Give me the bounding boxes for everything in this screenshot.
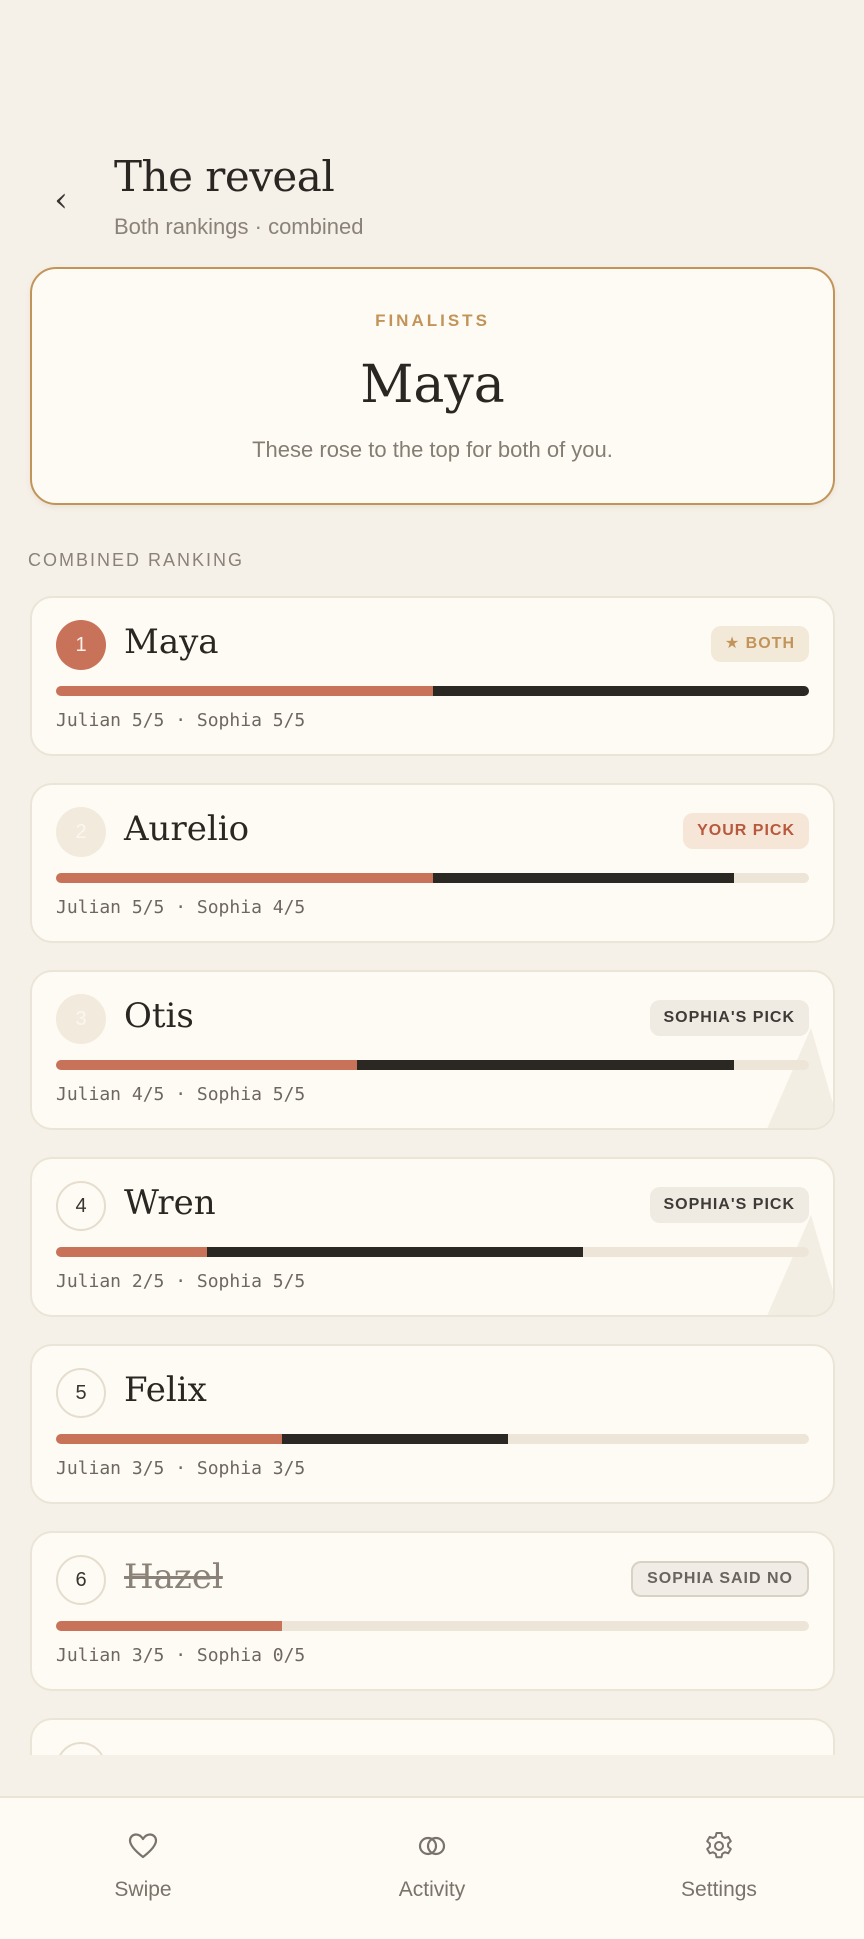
julian-score-segment	[56, 686, 433, 696]
rank-badge: 6	[56, 1555, 106, 1605]
both-badge: ★ BOTH	[710, 626, 809, 662]
decorative-shape	[763, 1028, 833, 1128]
ranking-card[interactable]: 2 Aurelio YOUR PICK Julian 5/5 · Sophia …	[30, 783, 835, 943]
julian-score-segment	[56, 1434, 282, 1444]
score-text: Julian 5/5 · Sophia 4/5	[56, 897, 306, 918]
score-bar	[56, 873, 809, 883]
sophia-score-segment	[432, 873, 734, 883]
candidate-name: Hazel	[124, 1557, 223, 1597]
rank-badge: 4	[56, 1181, 106, 1231]
page-subtitle: Both rankings · combined	[114, 214, 364, 239]
candidate-name: Aurelio	[124, 809, 250, 849]
tab-bar: Swipe Activity Settings	[0, 1796, 864, 1939]
julian-score-segment	[56, 1060, 358, 1070]
finalists-note: These rose to the top for both of you.	[252, 437, 613, 462]
chevron-left-icon: ‹	[54, 180, 68, 220]
score-bar	[56, 686, 809, 696]
page-title: The reveal	[114, 152, 335, 201]
ranking-card[interactable]: 1 Maya ★ BOTH Julian 5/5 · Sophia 5/5	[30, 596, 835, 756]
score-text: Julian 4/5 · Sophia 5/5	[56, 1084, 306, 1105]
candidate-name: Wren	[124, 1183, 216, 1223]
tab-activity[interactable]: Activity	[332, 1798, 532, 1939]
julian-score-segment	[56, 1621, 282, 1631]
sophia-score-segment	[206, 1247, 584, 1257]
candidate-name: Otis	[124, 996, 194, 1036]
rank-badge	[56, 1742, 106, 1755]
section-label: COMBINED RANKING	[28, 550, 245, 570]
score-bar	[56, 1434, 809, 1444]
finalists-label: FINALISTS	[375, 311, 490, 330]
gear-icon	[706, 1832, 732, 1859]
sophia-score-segment	[432, 686, 809, 696]
rank-badge: 1	[56, 620, 106, 670]
score-bar	[56, 1247, 809, 1257]
candidate-name: Maya	[124, 622, 219, 662]
ranking-card[interactable]	[30, 1718, 835, 1755]
tab-settings[interactable]: Settings	[619, 1798, 819, 1939]
back-button[interactable]: ‹	[46, 180, 76, 220]
julian-score-segment	[56, 873, 433, 883]
score-bar	[56, 1060, 809, 1070]
said-no-badge: SOPHIA SAID NO	[631, 1561, 809, 1597]
score-text: Julian 5/5 · Sophia 5/5	[56, 710, 306, 731]
score-text: Julian 3/5 · Sophia 0/5	[56, 1645, 306, 1666]
tab-swipe[interactable]: Swipe	[43, 1798, 243, 1939]
sophia-score-segment	[281, 1434, 508, 1444]
sophias-pick-badge: SOPHIA'S PICK	[649, 1000, 809, 1036]
ranking-card[interactable]: 3 Otis SOPHIA'S PICK Julian 4/5 · Sophia…	[30, 970, 835, 1130]
tab-label: Activity	[398, 1878, 466, 1901]
your-pick-badge: YOUR PICK	[683, 813, 809, 849]
julian-score-segment	[56, 1247, 207, 1257]
score-text: Julian 3/5 · Sophia 3/5	[56, 1458, 306, 1479]
rank-badge: 2	[56, 807, 106, 857]
header: ‹ The reveal Both rankings · combined	[0, 150, 864, 250]
score-text: Julian 2/5 · Sophia 5/5	[56, 1271, 306, 1292]
tab-label: Swipe	[114, 1878, 172, 1901]
finalists-card: FINALISTS Maya These rose to the top for…	[30, 267, 835, 505]
ranking-card[interactable]: 6 Hazel SOPHIA SAID NO Julian 3/5 · Soph…	[30, 1531, 835, 1691]
rings-icon	[418, 1836, 446, 1856]
ranking-card[interactable]: 5 Felix Julian 3/5 · Sophia 3/5	[30, 1344, 835, 1504]
rank-badge: 3	[56, 994, 106, 1044]
ranking-card[interactable]: 4 Wren SOPHIA'S PICK Julian 2/5 · Sophia…	[30, 1157, 835, 1317]
sophias-pick-badge: SOPHIA'S PICK	[649, 1187, 809, 1223]
tab-label: Settings	[681, 1878, 757, 1901]
rank-badge: 5	[56, 1368, 106, 1418]
heart-icon	[128, 1833, 158, 1859]
score-bar	[56, 1621, 809, 1631]
candidate-name: Felix	[124, 1370, 207, 1410]
ranking-list[interactable]: 1 Maya ★ BOTH Julian 5/5 · Sophia 5/5 2 …	[0, 590, 864, 1755]
decorative-shape	[763, 1215, 833, 1315]
finalist-name: Maya	[360, 355, 505, 415]
sophia-score-segment	[357, 1060, 734, 1070]
